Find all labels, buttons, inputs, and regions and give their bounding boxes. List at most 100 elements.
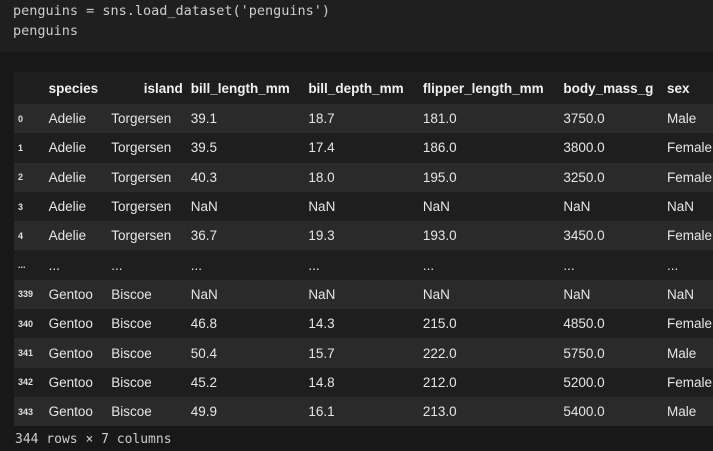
table-row: 1 Adelie Torgersen 39.5 17.4 186.0 3800.0 Femal… bbox=[14, 133, 713, 163]
cell-bill-depth: 15.7 bbox=[308, 345, 335, 361]
cell-sex: Male bbox=[666, 345, 697, 361]
cell-bill-depth: NaN bbox=[308, 199, 336, 215]
column-header-index bbox=[14, 72, 49, 104]
table-row: 4 Adelie Torgersen 36.7 19.3 193.0 3450.0 Femal… bbox=[14, 221, 713, 251]
cell-body-mass: NaN bbox=[563, 199, 591, 215]
cell-body-mass: 3750.0 bbox=[563, 111, 605, 127]
cell-bill-length: 36.7 bbox=[190, 228, 218, 244]
table-row: 2 Adelie Torgersen 40.3 18.0 195.0 3250.0 Femal… bbox=[14, 162, 713, 192]
cell-flipper-length: 193.0 bbox=[422, 228, 457, 244]
cell-bill-depth: 18.7 bbox=[308, 111, 335, 127]
column-header-bill-depth: bill_depth_mm bbox=[308, 80, 404, 96]
cell-flipper-length: 195.0 bbox=[422, 169, 457, 185]
cell-species: Adelie bbox=[48, 111, 87, 127]
cell-bill-length: NaN bbox=[190, 199, 218, 215]
cell-body-mass: 5200.0 bbox=[563, 374, 605, 390]
dataframe-table: species island bill_length_mm bill_depth… bbox=[14, 72, 713, 427]
column-header-sex: sex bbox=[666, 80, 690, 96]
column-header-body-mass: body_mass_g bbox=[563, 80, 654, 96]
code-line-2: penguins bbox=[13, 23, 79, 39]
cell-island: ... bbox=[111, 257, 123, 273]
row-index: ... bbox=[18, 260, 26, 271]
cell-island: Torgersen bbox=[111, 111, 172, 127]
cell-body-mass: ... bbox=[563, 257, 575, 273]
cell-sex: Female bbox=[666, 316, 712, 332]
cell-island: Biscoe bbox=[111, 286, 152, 302]
cell-flipper-length: 212.0 bbox=[422, 374, 457, 390]
cell-bill-depth: ... bbox=[308, 257, 320, 273]
cell-sex: ... bbox=[666, 257, 679, 273]
row-index: 3 bbox=[18, 201, 24, 212]
cell-sex: Female bbox=[666, 228, 712, 244]
cell-species: Adelie bbox=[48, 228, 87, 244]
cell-sex: NaN bbox=[666, 199, 694, 215]
cell-bill-length: ... bbox=[190, 257, 203, 273]
cell-bill-length: 45.2 bbox=[190, 374, 218, 390]
table-row: 341 Gentoo Biscoe 50.4 15.7 222.0 5750.0 Male bbox=[14, 338, 713, 368]
column-header-bill-length: bill_length_mm bbox=[190, 80, 290, 96]
table-row: 340 Gentoo Biscoe 46.8 14.3 215.0 4850.0 Female bbox=[14, 309, 713, 339]
cell-bill-depth: 17.4 bbox=[308, 140, 335, 156]
row-index: 341 bbox=[18, 348, 34, 359]
cell-flipper-length: 215.0 bbox=[422, 316, 457, 332]
table-row: ........................ bbox=[14, 250, 713, 280]
cell-bill-length: 39.1 bbox=[190, 111, 218, 127]
cell-bill-depth: 19.3 bbox=[308, 228, 335, 244]
row-index: 4 bbox=[18, 230, 24, 241]
cell-sex: NaN bbox=[666, 286, 694, 302]
cell-sex: Male bbox=[666, 111, 697, 127]
table-row: 343 Gentoo Biscoe 49.9 16.1 213.0 5400.0 Male bbox=[14, 396, 713, 427]
row-index: 2 bbox=[18, 172, 24, 183]
code-line-1: penguins = sns.load_dataset('penguins') bbox=[13, 3, 330, 19]
cell-bill-length: NaN bbox=[190, 286, 218, 302]
cell-bill-depth: 18.0 bbox=[308, 169, 335, 185]
cell-sex: Female bbox=[666, 169, 712, 185]
table-row: 0 Adelie Torgersen 39.1 18.7 181.0 3750.0 Male bbox=[14, 104, 713, 134]
cell-species: Gentoo bbox=[48, 345, 93, 361]
cell-flipper-length: 181.0 bbox=[422, 111, 457, 127]
cell-bill-length: 49.9 bbox=[190, 404, 218, 420]
cell-bill-depth: NaN bbox=[308, 286, 336, 302]
column-header-species: species bbox=[48, 80, 99, 96]
cell-flipper-length: NaN bbox=[422, 199, 450, 215]
cell-flipper-length: ... bbox=[422, 257, 435, 273]
cell-island: Torgersen bbox=[111, 169, 172, 185]
column-header-flipper-length: flipper_length_mm bbox=[422, 80, 544, 96]
cell-island: Torgersen bbox=[111, 199, 172, 215]
cell-flipper-length: 186.0 bbox=[422, 140, 457, 156]
cell-bill-depth: 14.3 bbox=[308, 316, 335, 332]
cell-species: Gentoo bbox=[48, 286, 93, 302]
cell-island: Biscoe bbox=[111, 316, 152, 332]
table-row: 3 Adelie Torgersen NaN NaN NaN NaN NaN bbox=[14, 191, 713, 222]
code-cell[interactable]: penguins = sns.load_dataset('penguins') … bbox=[0, 0, 713, 52]
cell-species: Adelie bbox=[48, 140, 87, 156]
column-header-island: island bbox=[143, 80, 183, 96]
row-index: 342 bbox=[18, 377, 34, 388]
cell-body-mass: 3450.0 bbox=[563, 228, 605, 244]
cell-body-mass: 3250.0 bbox=[563, 169, 605, 185]
row-index: 0 bbox=[18, 113, 24, 124]
cell-sex: Female bbox=[666, 140, 712, 156]
cell-body-mass: 3800.0 bbox=[563, 140, 605, 156]
cell-species: Gentoo bbox=[48, 374, 93, 390]
row-index: 1 bbox=[18, 142, 24, 153]
cell-species: ... bbox=[48, 257, 60, 273]
output-cell: species island bill_length_mm bill_depth… bbox=[0, 52, 713, 451]
cell-species: Adelie bbox=[48, 199, 87, 215]
cell-body-mass: NaN bbox=[563, 286, 591, 302]
cell-bill-depth: 14.8 bbox=[308, 374, 335, 390]
row-index: 340 bbox=[18, 318, 34, 329]
cell-flipper-length: 222.0 bbox=[422, 345, 457, 361]
cell-bill-depth: 16.1 bbox=[308, 404, 335, 420]
cell-body-mass: 5750.0 bbox=[563, 345, 605, 361]
table-header-row: species island bill_length_mm bill_depth… bbox=[14, 72, 713, 104]
table-body: 0 Adelie Torgersen 39.1 18.7 181.0 3750.0 Male 1… bbox=[14, 104, 713, 427]
cell-species: Gentoo bbox=[48, 404, 93, 420]
cell-bill-length: 50.4 bbox=[190, 345, 218, 361]
row-index: 339 bbox=[18, 289, 34, 300]
cell-bill-length: 46.8 bbox=[190, 316, 218, 332]
shape-summary: 344 rows × 7 columns bbox=[15, 432, 172, 447]
row-index: 343 bbox=[18, 406, 34, 417]
cell-sex: Male bbox=[666, 404, 697, 420]
cell-island: Torgersen bbox=[111, 228, 172, 244]
